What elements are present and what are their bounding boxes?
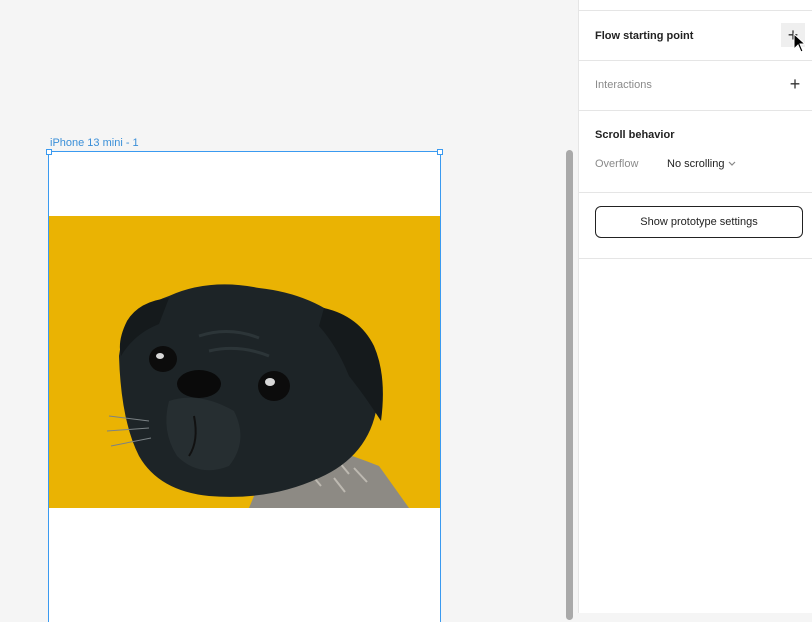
canvas-scrollbar[interactable]: [566, 150, 573, 620]
add-interaction-button[interactable]: +: [783, 72, 807, 96]
iphone-frame[interactable]: [48, 151, 441, 622]
mouse-cursor-icon: [793, 33, 807, 53]
scroll-behavior-title: Scroll behavior: [595, 129, 675, 141]
panel-top-section: [579, 0, 812, 11]
overflow-dropdown[interactable]: No scrolling: [667, 158, 736, 170]
resize-handle-top-left[interactable]: [46, 149, 52, 155]
chevron-down-icon: [729, 161, 736, 166]
flow-starting-point-section: Flow starting point +: [579, 11, 812, 61]
plus-icon: +: [789, 74, 801, 94]
pug-photo[interactable]: [49, 216, 440, 508]
design-canvas[interactable]: iPhone 13 mini - 1: [0, 0, 578, 622]
frame-name-label[interactable]: iPhone 13 mini - 1: [50, 137, 139, 149]
overflow-label: Overflow: [595, 158, 639, 170]
interactions-section: Interactions +: [579, 61, 812, 111]
pug-image: [106, 284, 409, 508]
interactions-label: Interactions: [595, 79, 652, 91]
overflow-value: No scrolling: [667, 158, 725, 170]
show-prototype-settings-button[interactable]: Show prototype settings: [595, 206, 803, 238]
flow-starting-point-label: Flow starting point: [595, 30, 694, 42]
scroll-behavior-section: Scroll behavior: [579, 111, 812, 193]
prototype-panel: Flow starting point + Interactions + Scr…: [578, 0, 812, 613]
resize-handle-top-right[interactable]: [437, 149, 443, 155]
